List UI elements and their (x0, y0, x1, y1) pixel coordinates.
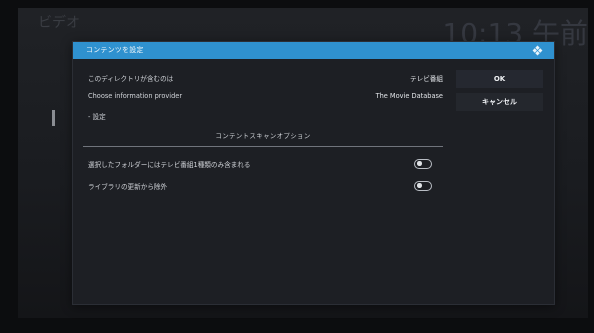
single-tv-show-label: 選択したフォルダーにはテレビ番組1種類のみ含まれる (88, 161, 251, 169)
directory-content-value: テレビ番組 (410, 75, 443, 83)
content-scan-options-heading: コンテントスキャンオプション (83, 126, 443, 147)
settings-list: このディレクトリが含むのは テレビ番組 Choose information p… (83, 69, 443, 284)
information-provider-label: Choose information provider (88, 92, 183, 100)
exclude-from-library-toggle[interactable] (414, 181, 432, 191)
single-tv-show-option[interactable]: 選択したフォルダーにはテレビ番組1種類のみ含まれる (83, 155, 443, 173)
ok-button[interactable]: OK (456, 70, 543, 88)
background-title: ビデオ (38, 15, 80, 31)
dialog-title: コンテンツを設定 (86, 46, 144, 54)
dialog-header: コンテンツを設定 (73, 42, 554, 59)
settings-row[interactable]: - 設定 (83, 107, 443, 125)
settings-label: - 設定 (88, 113, 106, 121)
directory-content-row[interactable]: このディレクトリが含むのは テレビ番組 (83, 69, 443, 87)
directory-content-label: このディレクトリが含むのは (88, 75, 174, 83)
information-provider-row[interactable]: Choose information provider The Movie Da… (83, 88, 443, 106)
focus-indicator (52, 110, 55, 126)
exclude-from-library-option[interactable]: ライブラリの更新から除外 (83, 177, 443, 195)
content-settings-dialog: コンテンツを設定 このディレクトリが含むのは テレビ番組 Choose info… (72, 41, 555, 305)
dialog-buttons: OK キャンセル (456, 70, 543, 116)
information-provider-value: The Movie Database (375, 92, 443, 100)
cancel-button[interactable]: キャンセル (456, 93, 543, 111)
kodi-logo-icon (532, 45, 543, 56)
exclude-from-library-label: ライブラリの更新から除外 (88, 183, 168, 191)
single-tv-show-toggle[interactable] (414, 159, 432, 169)
